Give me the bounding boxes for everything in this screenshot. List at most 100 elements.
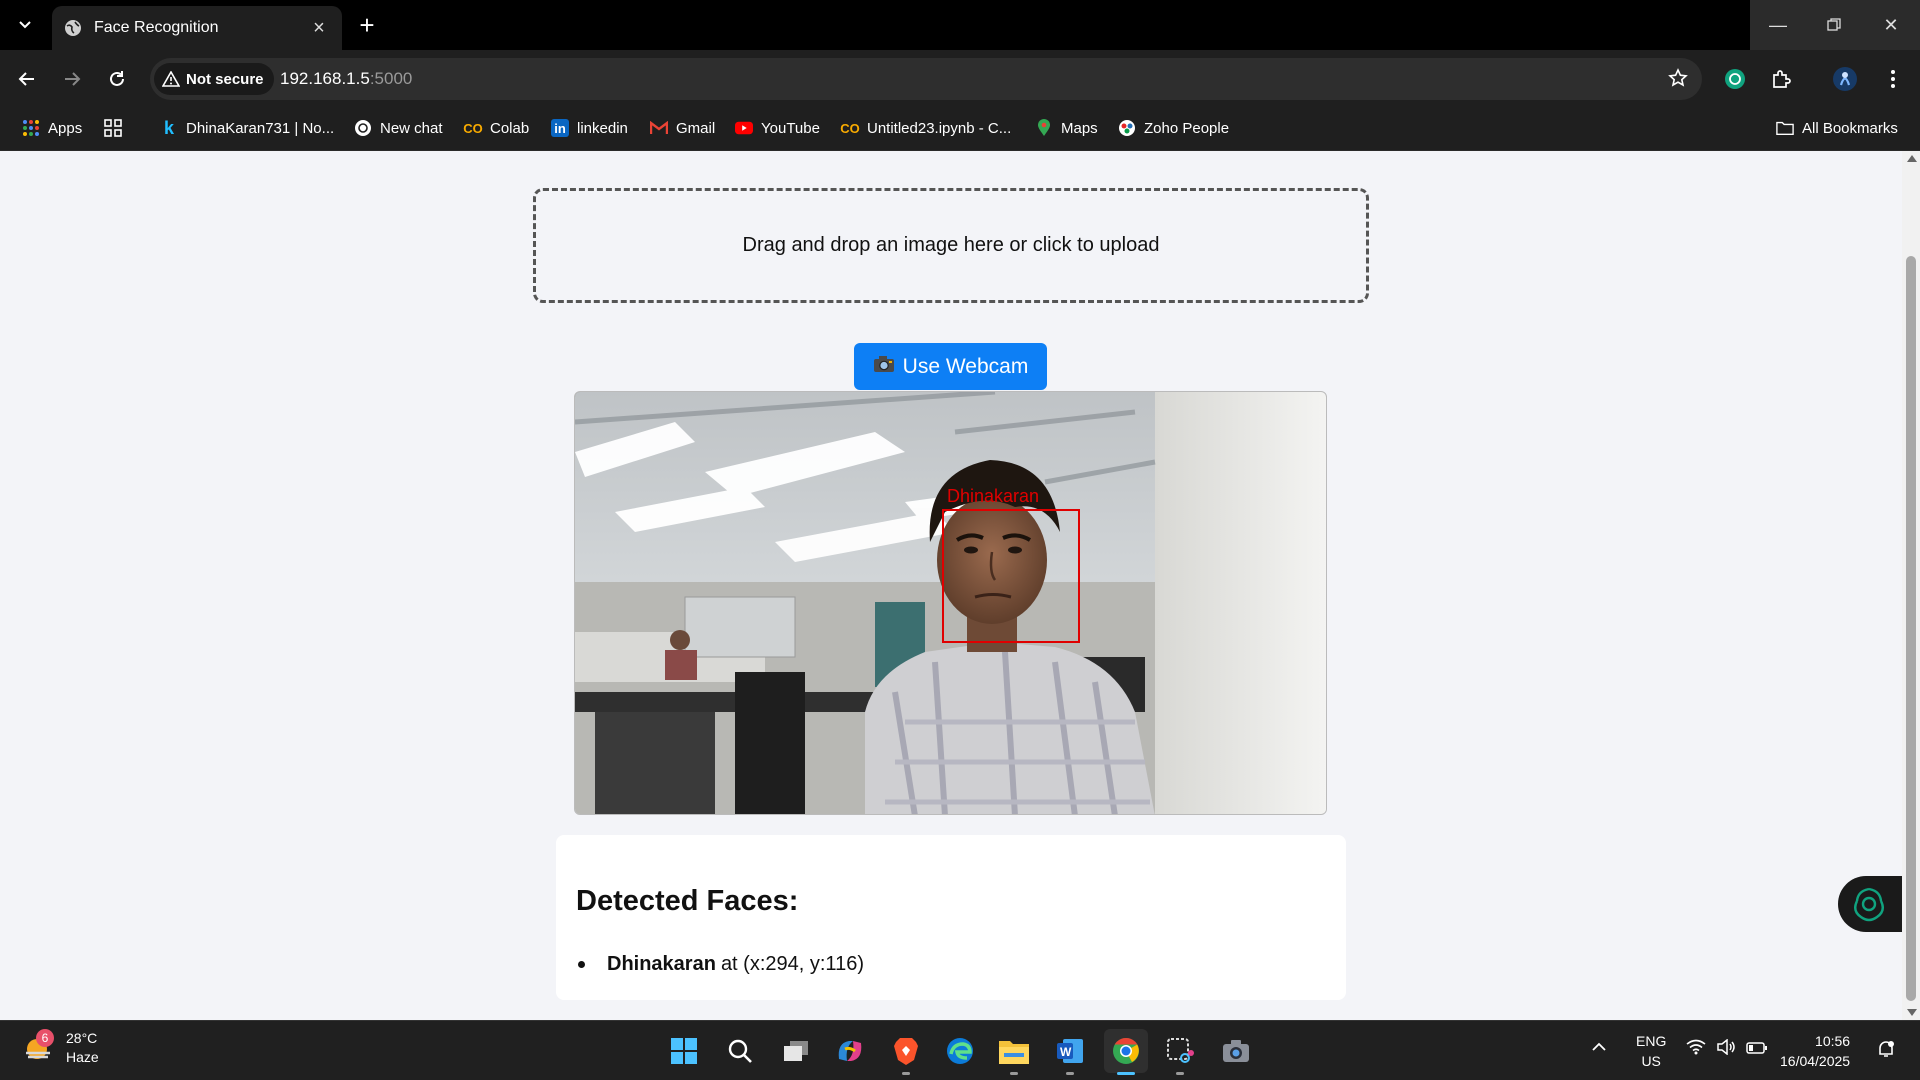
start-button[interactable]: [662, 1029, 706, 1073]
restore-button[interactable]: [1806, 0, 1862, 50]
detected-faces-panel: Detected Faces: Dhinakaran at (x:294, y:…: [556, 835, 1346, 1000]
bookmark-label: DhinaKaran731 | No...: [186, 119, 335, 137]
windows-logo-icon: [671, 1038, 697, 1064]
snipping-tool-icon: [1167, 1038, 1194, 1063]
bookmark-label: linkedin: [577, 119, 628, 137]
browser-menu-icon[interactable]: [1876, 62, 1910, 96]
detected-faces-list: Dhinakaran at (x:294, y:116): [578, 953, 864, 976]
bookmark-youtube[interactable]: YouTube: [735, 116, 820, 140]
globe-icon: [65, 20, 81, 36]
tab-groups-button[interactable]: [104, 116, 130, 140]
bookmark-label: Zoho People: [1144, 119, 1230, 137]
chevron-down-icon: [19, 21, 31, 29]
bookmark-label: YouTube: [761, 119, 820, 137]
copilot-button[interactable]: [828, 1029, 872, 1073]
face-name-label: Dhinakaran: [947, 486, 1040, 506]
chrome-button[interactable]: [1104, 1029, 1148, 1075]
warning-icon: [162, 71, 180, 87]
extensions-puzzle-icon[interactable]: [1764, 62, 1798, 96]
page-viewport: Drag and drop an image here or click to …: [0, 151, 1902, 1020]
address-bar[interactable]: Not secure 192.168.1.5:5000: [150, 58, 1702, 100]
chevron-up-icon: [1592, 1042, 1606, 1051]
edge-icon: [947, 1038, 973, 1064]
reload-button[interactable]: [100, 62, 134, 96]
profile-avatar-icon[interactable]: [1828, 62, 1862, 96]
minimize-button[interactable]: —: [1750, 0, 1806, 50]
face-bounding-box: [942, 509, 1080, 643]
youtube-icon: [735, 119, 753, 137]
arrow-right-icon: [65, 72, 81, 86]
reload-icon: [110, 71, 124, 86]
weather-sun-icon: 6: [22, 1029, 56, 1065]
close-window-button[interactable]: ✕: [1862, 0, 1920, 50]
running-indicator: [1117, 1072, 1135, 1075]
running-indicator: [902, 1072, 910, 1075]
scroll-thumb[interactable]: [1906, 256, 1916, 1001]
all-bookmarks-button[interactable]: All Bookmarks: [1776, 116, 1898, 140]
bookmark-kaggle[interactable]: k DhinaKaran731 | No...: [160, 116, 334, 140]
notifications-button[interactable]: [1876, 1039, 1896, 1062]
bookmark-untitled-notebook[interactable]: CO Untitled23.ipynb - C...: [840, 116, 1012, 140]
scroll-down-arrow[interactable]: [1907, 1009, 1917, 1016]
camera-app-button[interactable]: [1214, 1029, 1258, 1073]
bookmark-label: Untitled23.ipynb - C...: [867, 119, 1012, 137]
snipping-tool-button[interactable]: [1158, 1029, 1202, 1075]
security-chip[interactable]: Not secure: [154, 63, 274, 95]
running-indicator: [1010, 1072, 1018, 1075]
tab-groups-icon: [104, 119, 122, 137]
camera-icon: [1223, 1040, 1249, 1062]
back-button[interactable]: [10, 62, 44, 96]
weather-widget[interactable]: 6 28°C Haze: [22, 1029, 99, 1067]
url-text[interactable]: 192.168.1.5:5000: [280, 69, 412, 89]
openai-icon: [1854, 887, 1884, 922]
show-hidden-icons-button[interactable]: [1592, 1039, 1606, 1055]
active-tab[interactable]: Face Recognition ×: [52, 6, 342, 50]
file-explorer-button[interactable]: [992, 1029, 1036, 1075]
bookmark-apps[interactable]: Apps: [22, 116, 82, 140]
restore-icon: [1827, 18, 1841, 31]
forward-button[interactable]: [55, 62, 89, 96]
apps-grid-icon: [22, 119, 40, 137]
bookmark-maps[interactable]: Maps: [1035, 116, 1098, 140]
task-view-icon: [784, 1041, 808, 1061]
chatgpt-assistant-button[interactable]: [1838, 876, 1902, 932]
language-line-2: US: [1641, 1053, 1661, 1069]
bookmark-new-chat[interactable]: New chat: [354, 116, 443, 140]
tab-search-button[interactable]: [10, 10, 40, 40]
use-webcam-button[interactable]: Use Webcam: [854, 343, 1047, 390]
clock-time: 10:56: [1815, 1033, 1851, 1049]
running-indicator: [1176, 1072, 1184, 1075]
brave-browser-button[interactable]: [884, 1029, 928, 1075]
bookmark-star-icon[interactable]: [1668, 68, 1688, 93]
image-dropzone[interactable]: Drag and drop an image here or click to …: [533, 188, 1369, 303]
word-button[interactable]: W: [1048, 1029, 1092, 1075]
weather-condition: Haze: [66, 1049, 99, 1065]
bookmark-linkedin[interactable]: in linkedin: [551, 116, 628, 140]
language-indicator[interactable]: ENG US: [1636, 1031, 1666, 1071]
dropzone-text: Drag and drop an image here or click to …: [742, 234, 1160, 256]
volume-icon: [1717, 1038, 1735, 1056]
system-clock[interactable]: 10:56 16/04/2025: [1780, 1031, 1850, 1071]
close-tab-icon[interactable]: ×: [308, 17, 330, 39]
new-tab-button[interactable]: +: [352, 10, 382, 40]
bookmark-gmail[interactable]: Gmail: [650, 116, 715, 140]
chatgpt-extension-icon[interactable]: [1718, 62, 1752, 96]
network-volume-battery[interactable]: [1686, 1038, 1768, 1058]
bookmark-zoho-people[interactable]: Zoho People: [1118, 116, 1229, 140]
word-icon: W: [1057, 1039, 1083, 1063]
edge-button[interactable]: [938, 1029, 982, 1073]
bookmark-label: New chat: [380, 119, 443, 137]
task-view-button[interactable]: [774, 1029, 818, 1073]
folder-icon: [1776, 119, 1794, 137]
search-icon: [728, 1039, 752, 1063]
bookmark-colab[interactable]: CO Colab: [463, 116, 529, 140]
scroll-up-arrow[interactable]: [1907, 155, 1917, 162]
page-scrollbar[interactable]: [1902, 151, 1920, 1020]
windows-taskbar: 6 28°C Haze W ENG US 10:56 16/04/2025: [0, 1020, 1920, 1080]
face-position: at (x:294, y:116): [720, 953, 864, 975]
search-button[interactable]: [718, 1029, 762, 1073]
linkedin-icon: in: [551, 119, 569, 137]
browser-toolbar: Not secure 192.168.1.5:5000: [0, 50, 1920, 106]
svg-text:W: W: [1060, 1045, 1072, 1059]
clock-date: 16/04/2025: [1780, 1053, 1851, 1069]
